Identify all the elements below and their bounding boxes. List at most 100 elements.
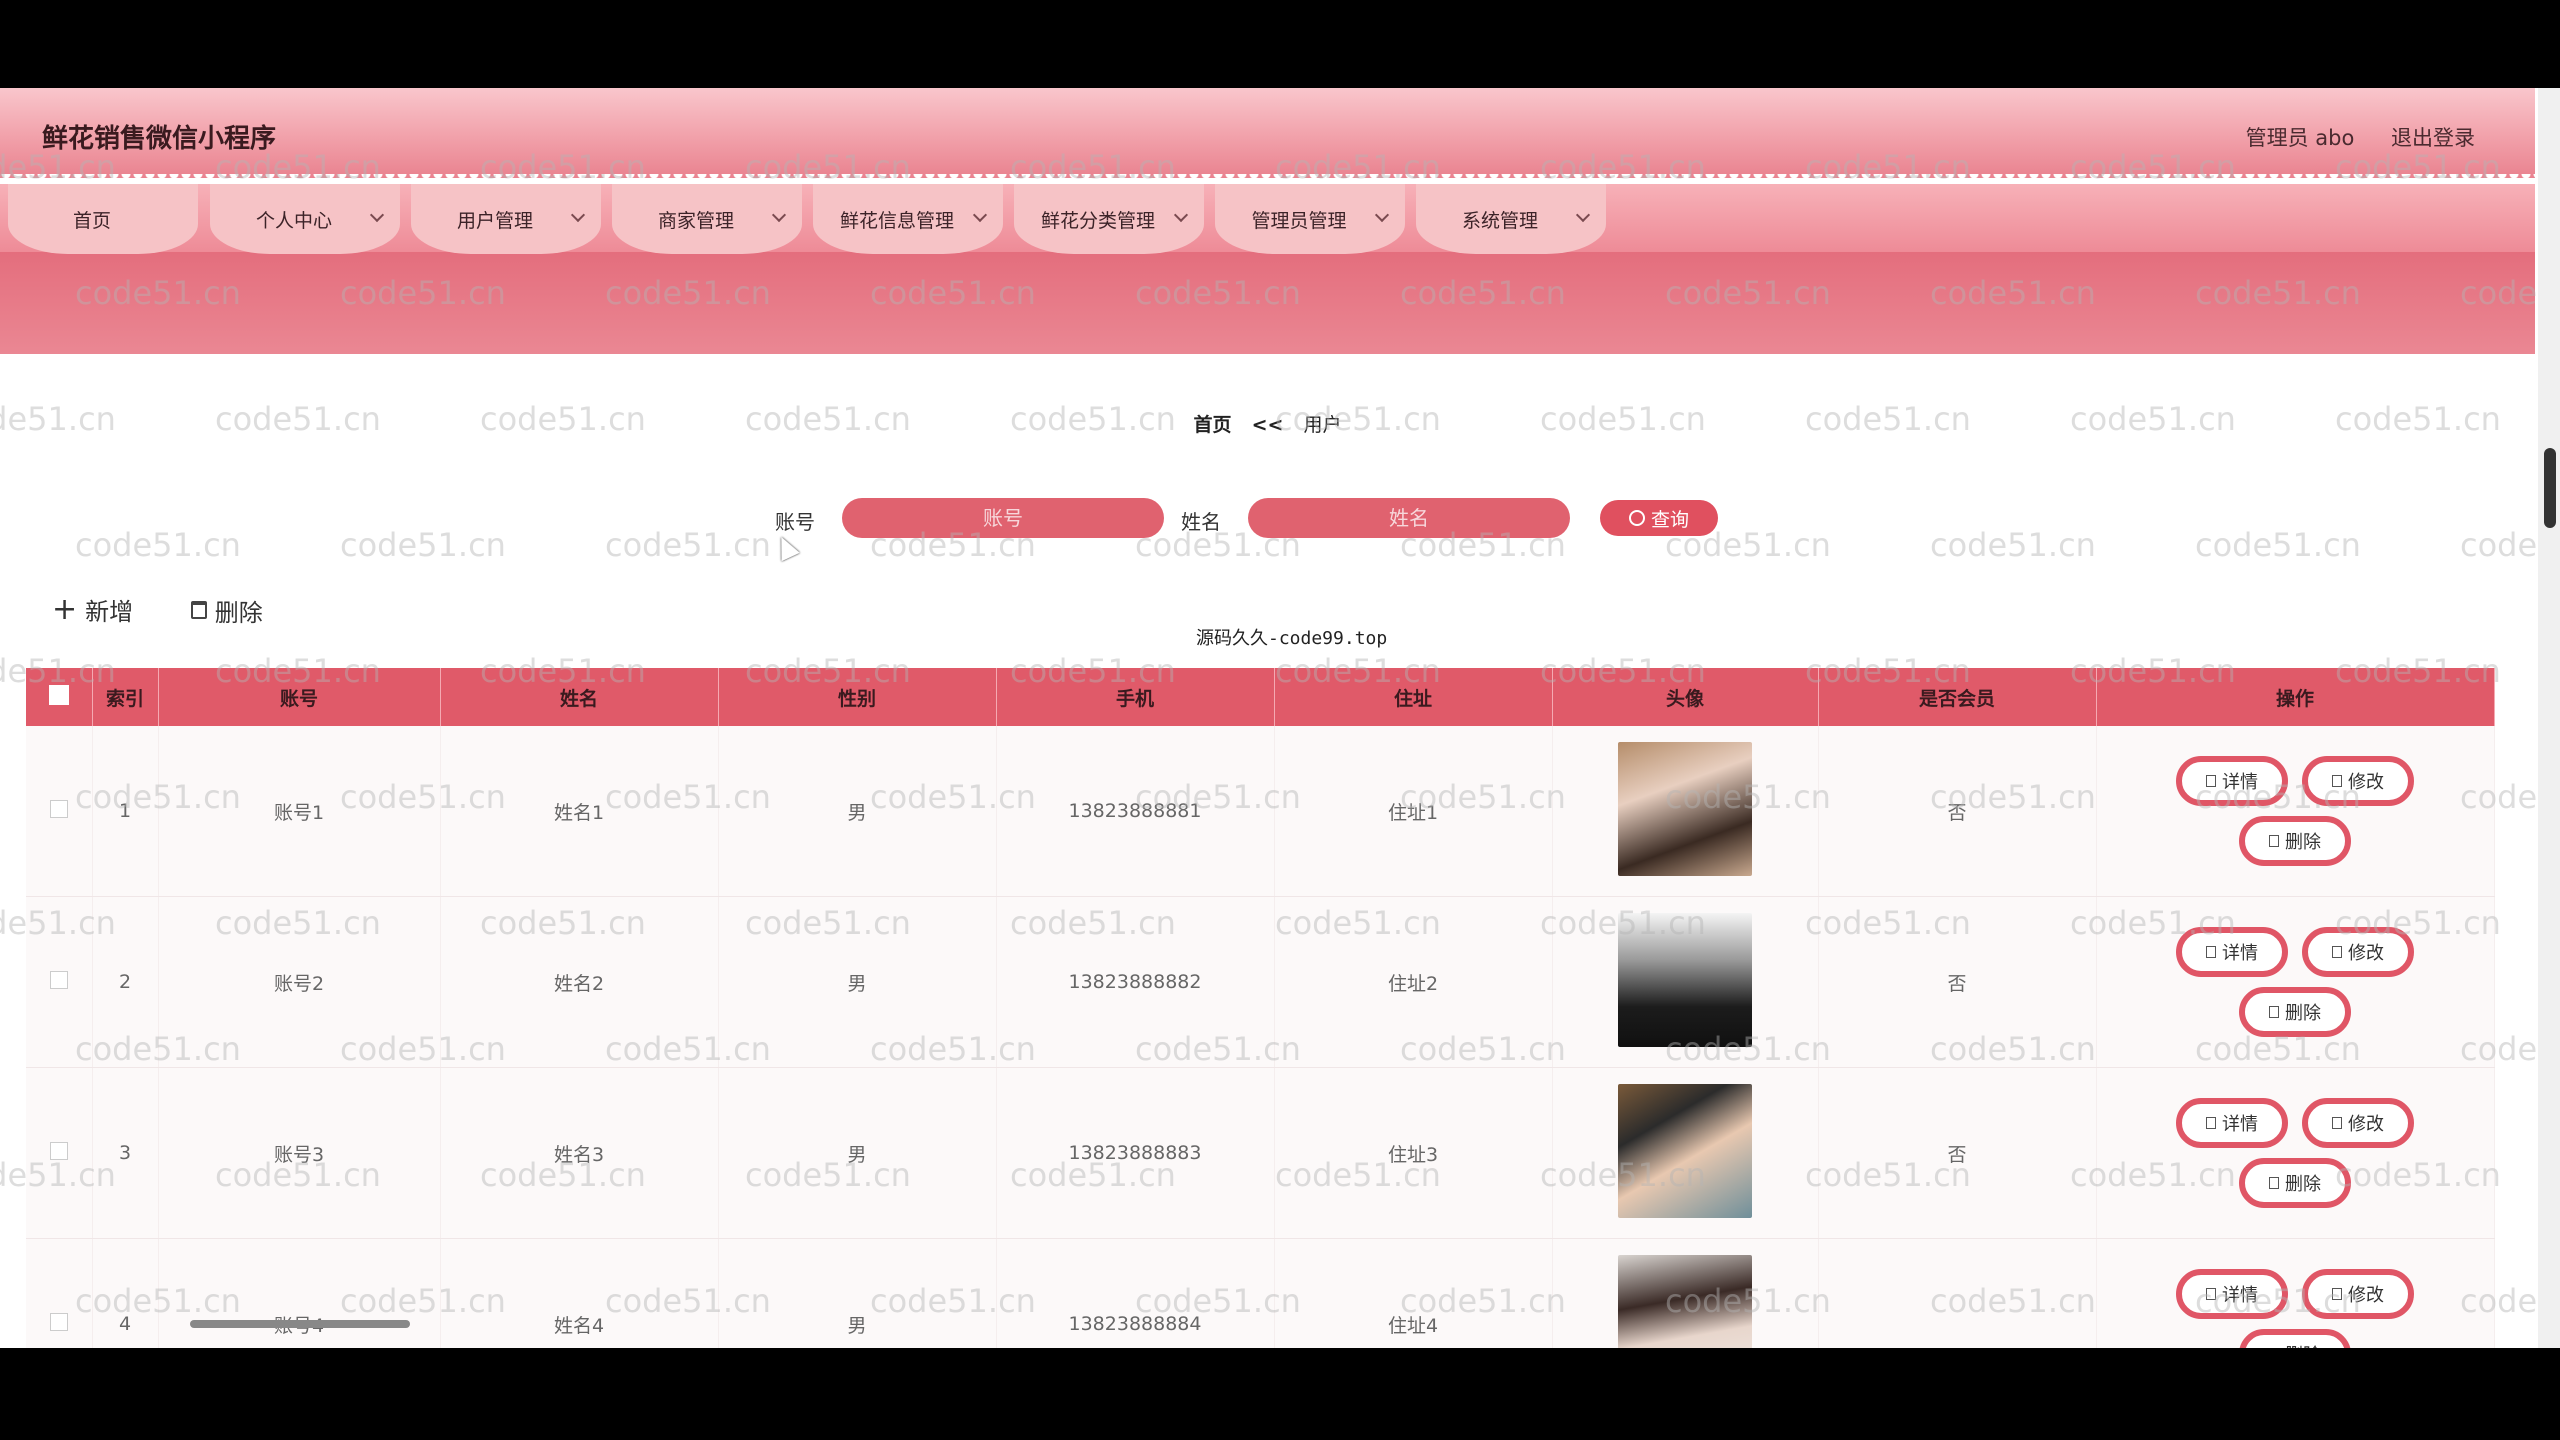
detail-label: 详情 (2222, 772, 2258, 793)
column-header: 手机 (996, 668, 1275, 726)
cell-gender: 男 (718, 726, 997, 897)
pencil-icon (2332, 1288, 2342, 1300)
plus-icon: + (52, 592, 78, 627)
nav-label: 首页 (72, 209, 111, 232)
nav-item-user-management[interactable]: 用户管理 (411, 184, 601, 254)
name-search-input[interactable] (1248, 498, 1570, 538)
logout-link[interactable]: 退出登录 (2391, 126, 2475, 150)
edit-button[interactable]: 修改 (2302, 1269, 2414, 1319)
avatar[interactable] (1618, 1254, 1752, 1348)
user-table: 索引 账号 姓名 性别 手机 住址 头像 是否会员 操作 1 账号1 姓名1 男… (26, 668, 2495, 1348)
account-search-input[interactable] (842, 498, 1164, 538)
select-all-checkbox[interactable] (48, 684, 69, 705)
horizontal-scrollbar[interactable] (190, 1320, 410, 1328)
account-label: 账号 (775, 510, 815, 534)
avatar[interactable] (1618, 1083, 1752, 1218)
row-delete-button[interactable]: 删除 (2239, 1329, 2351, 1348)
row-checkbox[interactable] (49, 1141, 68, 1160)
query-button[interactable]: 查询 (1600, 500, 1718, 536)
add-button[interactable]: + 新增 (52, 592, 133, 627)
scrollbar-thumb[interactable] (2544, 448, 2556, 528)
chevron-down-icon (1374, 207, 1390, 223)
cell-member (1818, 1238, 2097, 1348)
cell-phone: 13823888884 (996, 1238, 1275, 1348)
nav-item-home[interactable]: 首页 (8, 184, 198, 254)
search-icon (1628, 510, 1645, 526)
trash-icon (2269, 835, 2279, 847)
document-icon (2206, 1117, 2216, 1129)
row-delete-button[interactable]: 删除 (2239, 987, 2351, 1037)
row-delete-button[interactable]: 删除 (2239, 1158, 2351, 1208)
edit-label: 修改 (2348, 1285, 2384, 1306)
cell-member: 否 (1818, 896, 2097, 1068)
detail-label: 详情 (2222, 943, 2258, 964)
main-content: 首页 << 用户 账号 姓名 查询 + 新增 删除 (0, 354, 2535, 1348)
edit-button[interactable]: 修改 (2302, 927, 2414, 977)
delete-label: 删除 (2285, 832, 2321, 853)
cell-index: 2 (92, 896, 159, 1068)
detail-button[interactable]: 详情 (2176, 1098, 2288, 1148)
nav-label: 用户管理 (456, 209, 533, 232)
nav-item-flower-category-management[interactable]: 鲜花分类管理 (1014, 184, 1204, 254)
document-icon (2206, 775, 2216, 787)
delete-label: 删除 (214, 598, 263, 627)
overlay-watermark-text: 源码久久-code99.top (1196, 628, 1388, 649)
chevron-down-icon (771, 207, 787, 223)
nav-item-personal-center[interactable]: 个人中心 (210, 184, 400, 254)
bulk-delete-button[interactable]: 删除 (190, 593, 263, 628)
row-checkbox[interactable] (49, 799, 68, 818)
nav-label: 鲜花信息管理 (839, 209, 954, 232)
row-delete-button[interactable]: 删除 (2239, 816, 2351, 866)
app-title: 鲜花销售微信小程序 (42, 124, 277, 154)
cell-address: 住址1 (1274, 726, 1553, 897)
cell-avatar (1552, 1238, 1819, 1348)
edit-button[interactable]: 修改 (2302, 1098, 2414, 1148)
user-area: 管理员 abo 退出登录 (2216, 122, 2475, 152)
row-checkbox[interactable] (49, 1312, 68, 1331)
cell-account: 账号4 (158, 1238, 441, 1348)
delete-label: 删除 (2285, 1174, 2321, 1195)
nav-item-admin-management[interactable]: 管理员管理 (1215, 184, 1405, 254)
detail-button[interactable]: 详情 (2176, 756, 2288, 806)
edit-label: 修改 (2348, 772, 2384, 793)
nav-item-flower-info-management[interactable]: 鲜花信息管理 (813, 184, 1003, 254)
user-label: 管理员 abo (2245, 126, 2355, 150)
nav-item-merchant-management[interactable]: 商家管理 (612, 184, 802, 254)
row-checkbox[interactable] (49, 970, 68, 989)
cell-phone: 13823888881 (996, 726, 1275, 897)
cell-gender: 男 (718, 1238, 997, 1348)
pencil-icon (2332, 775, 2342, 787)
query-label: 查询 (1650, 508, 1689, 531)
cell-index: 3 (92, 1067, 159, 1239)
column-header: 性别 (718, 668, 997, 726)
cell-phone: 13823888882 (996, 896, 1275, 1068)
cell-avatar (1552, 896, 1819, 1068)
document-icon (2206, 946, 2216, 958)
top-header: 鲜花销售微信小程序 管理员 abo 退出登录 (0, 88, 2535, 178)
cell-actions: 详情 修改 删除 (2096, 896, 2495, 1068)
vertical-scrollbar[interactable] (2538, 88, 2560, 1348)
detail-button[interactable]: 详情 (2176, 1269, 2288, 1319)
cell-actions: 详情 修改 删除 (2096, 726, 2495, 897)
detail-label: 详情 (2222, 1285, 2258, 1306)
cell-account: 账号3 (158, 1067, 441, 1239)
select-all-cell (26, 668, 93, 726)
edit-button[interactable]: 修改 (2302, 756, 2414, 806)
cell-index: 1 (92, 726, 159, 897)
avatar[interactable] (1618, 741, 1752, 876)
breadcrumb-home[interactable]: 首页 (1194, 414, 1232, 436)
chevron-down-icon (1173, 207, 1189, 223)
cell-member: 否 (1818, 1067, 2097, 1239)
add-label: 新增 (85, 598, 134, 626)
detail-button[interactable]: 详情 (2176, 927, 2288, 977)
chevron-down-icon (1575, 207, 1591, 223)
breadcrumb-current: 用户 (1303, 414, 1342, 436)
cell-account: 账号2 (158, 896, 441, 1068)
cell-name: 姓名4 (440, 1238, 719, 1348)
cell-member: 否 (1818, 726, 2097, 897)
nav-strip (0, 252, 2535, 354)
cell-name: 姓名3 (440, 1067, 719, 1239)
nav-item-system-management[interactable]: 系统管理 (1416, 184, 1606, 254)
avatar[interactable] (1618, 912, 1752, 1047)
table-row: 4 账号4 姓名4 男 13823888884 住址4 详情 修改 删除 (26, 1238, 2495, 1348)
